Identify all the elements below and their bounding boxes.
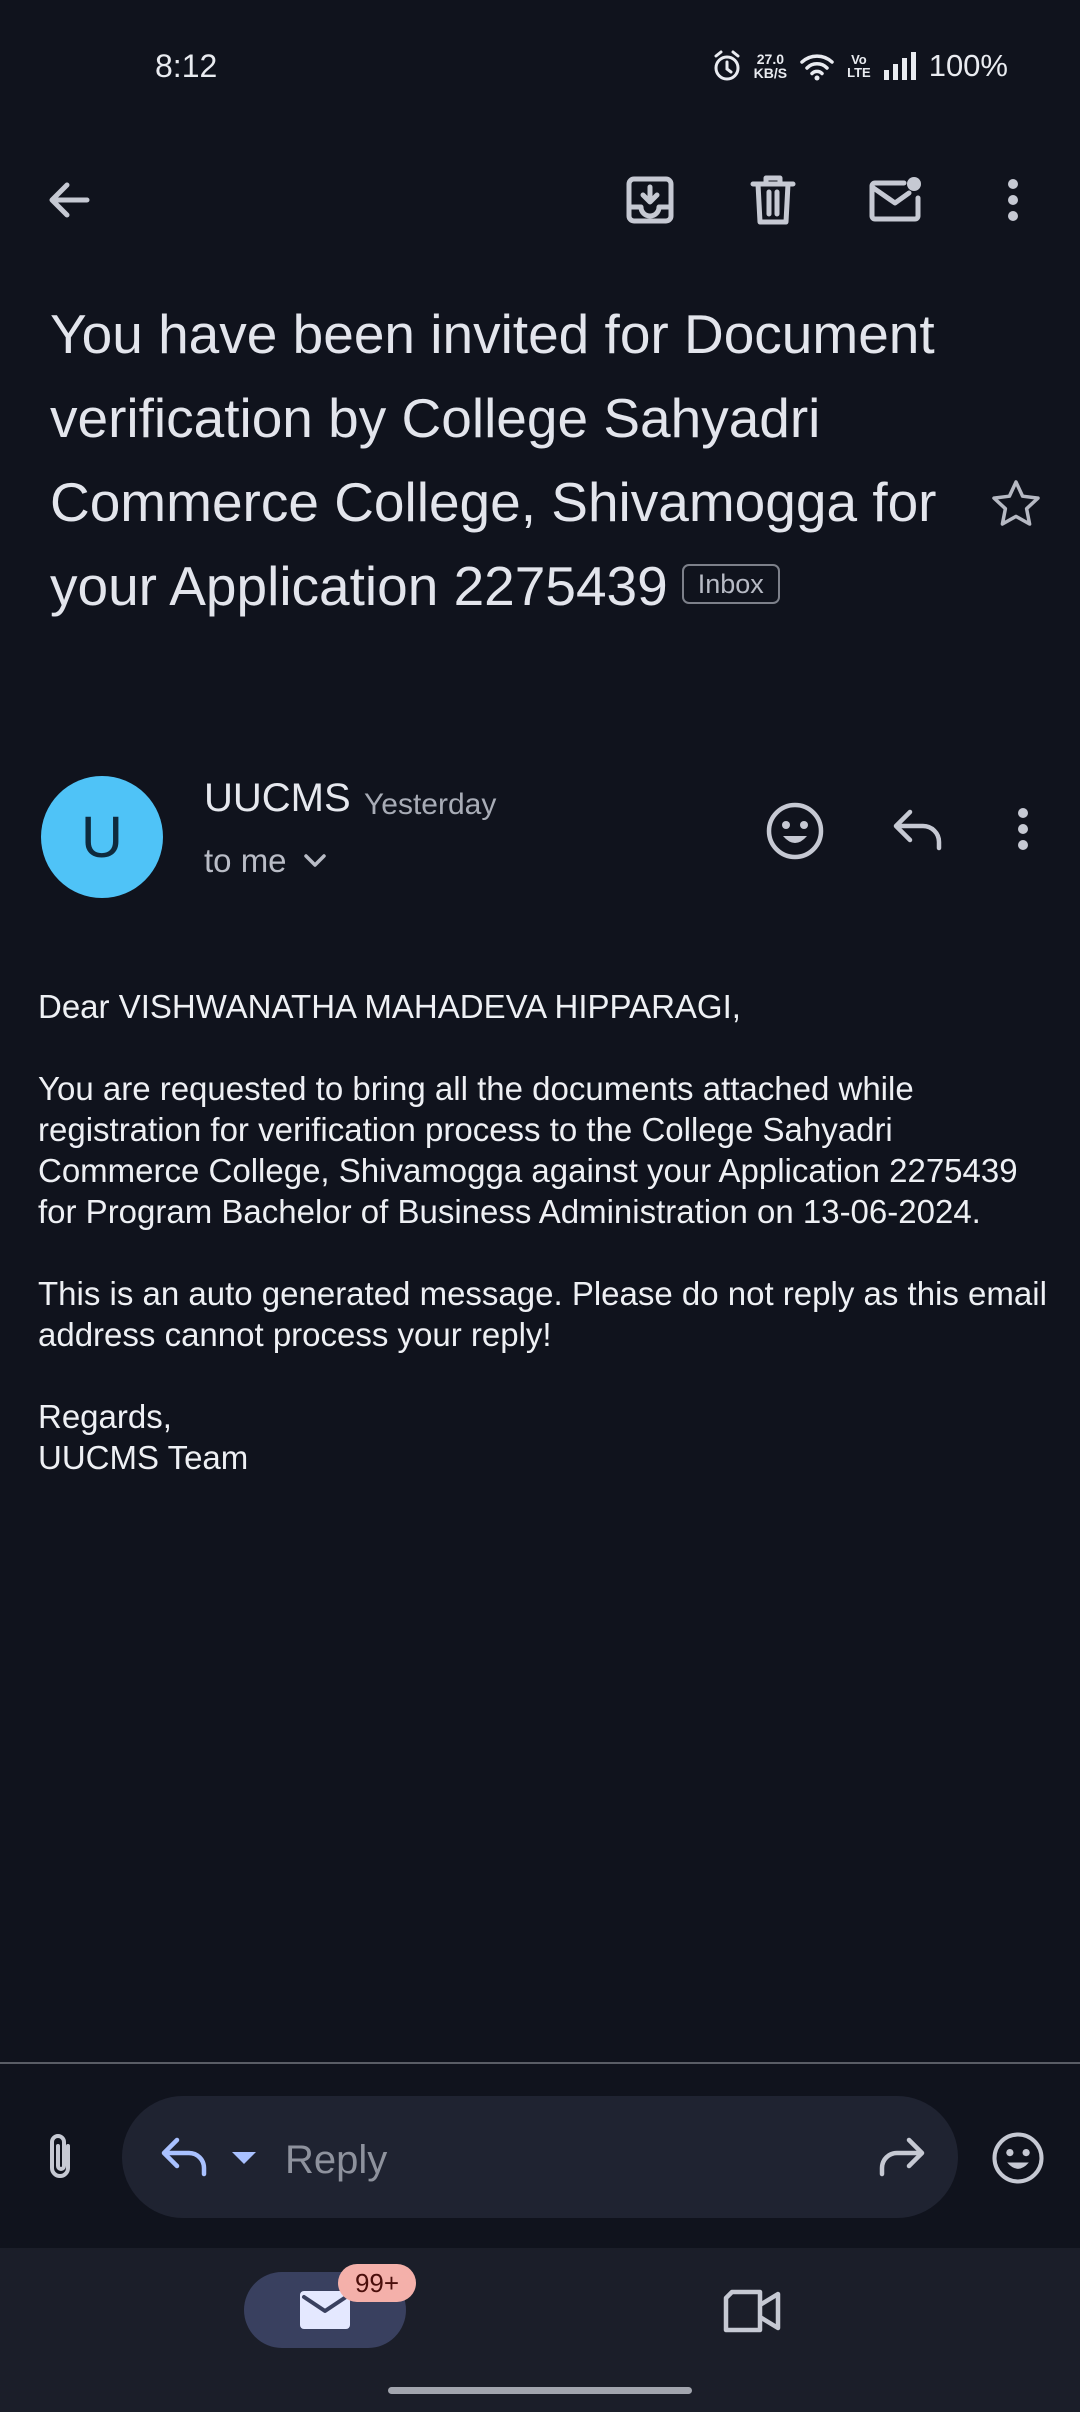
message-more-options-button[interactable]: [1015, 806, 1031, 852]
email-time: Yesterday: [364, 788, 497, 821]
emoji-button[interactable]: [990, 2130, 1046, 2186]
inbox-label-chip[interactable]: Inbox: [681, 564, 780, 605]
status-time: 8:12: [155, 48, 218, 84]
sender-name[interactable]: UUCMS: [204, 776, 351, 821]
battery-level: 100%: [928, 48, 1008, 83]
network-speed-unit: KB/S: [753, 65, 788, 81]
video-camera-icon: [722, 2288, 782, 2334]
reply-icon: [160, 2136, 210, 2178]
caret-down-icon: [230, 2150, 258, 2166]
add-reaction-button[interactable]: [764, 800, 826, 862]
more-options-button[interactable]: [977, 164, 1049, 236]
forward-icon: [876, 2136, 926, 2178]
delete-button[interactable]: [737, 164, 809, 236]
email-subject: You have been invited for Document verif…: [50, 292, 950, 628]
status-icons: 27.0 KB/S Vo LTE 100%: [712, 48, 1008, 84]
network-speed: 27.0 KB/S: [754, 52, 787, 80]
star-icon: [990, 478, 1042, 530]
star-button[interactable]: [990, 478, 1042, 530]
emoji-icon: [990, 2130, 1046, 2186]
emoji-icon: [764, 800, 826, 862]
subject-text: You have been invited for Document verif…: [50, 303, 937, 617]
alarm-icon: [712, 50, 742, 82]
more-vert-icon: [1005, 176, 1021, 224]
wifi-icon: [799, 51, 835, 81]
reply-type-button[interactable]: [160, 2136, 210, 2178]
email-paragraph: This is an auto generated message. Pleas…: [38, 1275, 1047, 1353]
archive-button[interactable]: [614, 164, 686, 236]
cellular-signal-icon: [883, 52, 917, 80]
attach-button[interactable]: [42, 2132, 82, 2182]
email-greeting: Dear VISHWANATHA MAHADEVA HIPPARAGI,: [38, 988, 741, 1025]
recipient-details-toggle[interactable]: to me: [204, 842, 327, 880]
email-signature: UUCMS Team: [38, 1439, 249, 1476]
email-body: Dear VISHWANATHA MAHADEVA HIPPARAGI, You…: [38, 986, 1048, 1478]
back-arrow-icon: [45, 176, 93, 224]
chevron-down-icon: [303, 853, 327, 869]
archive-icon: [624, 174, 676, 226]
email-paragraph: You are requested to bring all the docum…: [38, 1070, 1018, 1230]
volte-line2: LTE: [847, 65, 871, 80]
back-button[interactable]: [33, 164, 105, 236]
mark-unread-icon: [868, 174, 924, 226]
more-vert-icon: [1015, 806, 1031, 852]
reply-input[interactable]: Reply: [285, 2138, 387, 2183]
email-signoff: Regards,: [38, 1398, 172, 1435]
attachment-icon: [42, 2132, 82, 2182]
reply-type-dropdown[interactable]: [230, 2150, 258, 2166]
delete-icon: [749, 174, 797, 226]
volte-indicator: Vo LTE: [847, 53, 871, 79]
recipient-text: to me: [204, 842, 287, 879]
mark-unread-button[interactable]: [860, 164, 932, 236]
unread-count-badge: 99+: [338, 2264, 416, 2302]
home-indicator[interactable]: [388, 2387, 692, 2394]
nav-meet-tab[interactable]: [722, 2288, 782, 2334]
divider: [0, 2062, 1080, 2064]
reply-icon: [892, 808, 944, 852]
reply-button[interactable]: [892, 808, 944, 852]
avatar[interactable]: U: [41, 776, 163, 898]
forward-button[interactable]: [876, 2136, 926, 2178]
